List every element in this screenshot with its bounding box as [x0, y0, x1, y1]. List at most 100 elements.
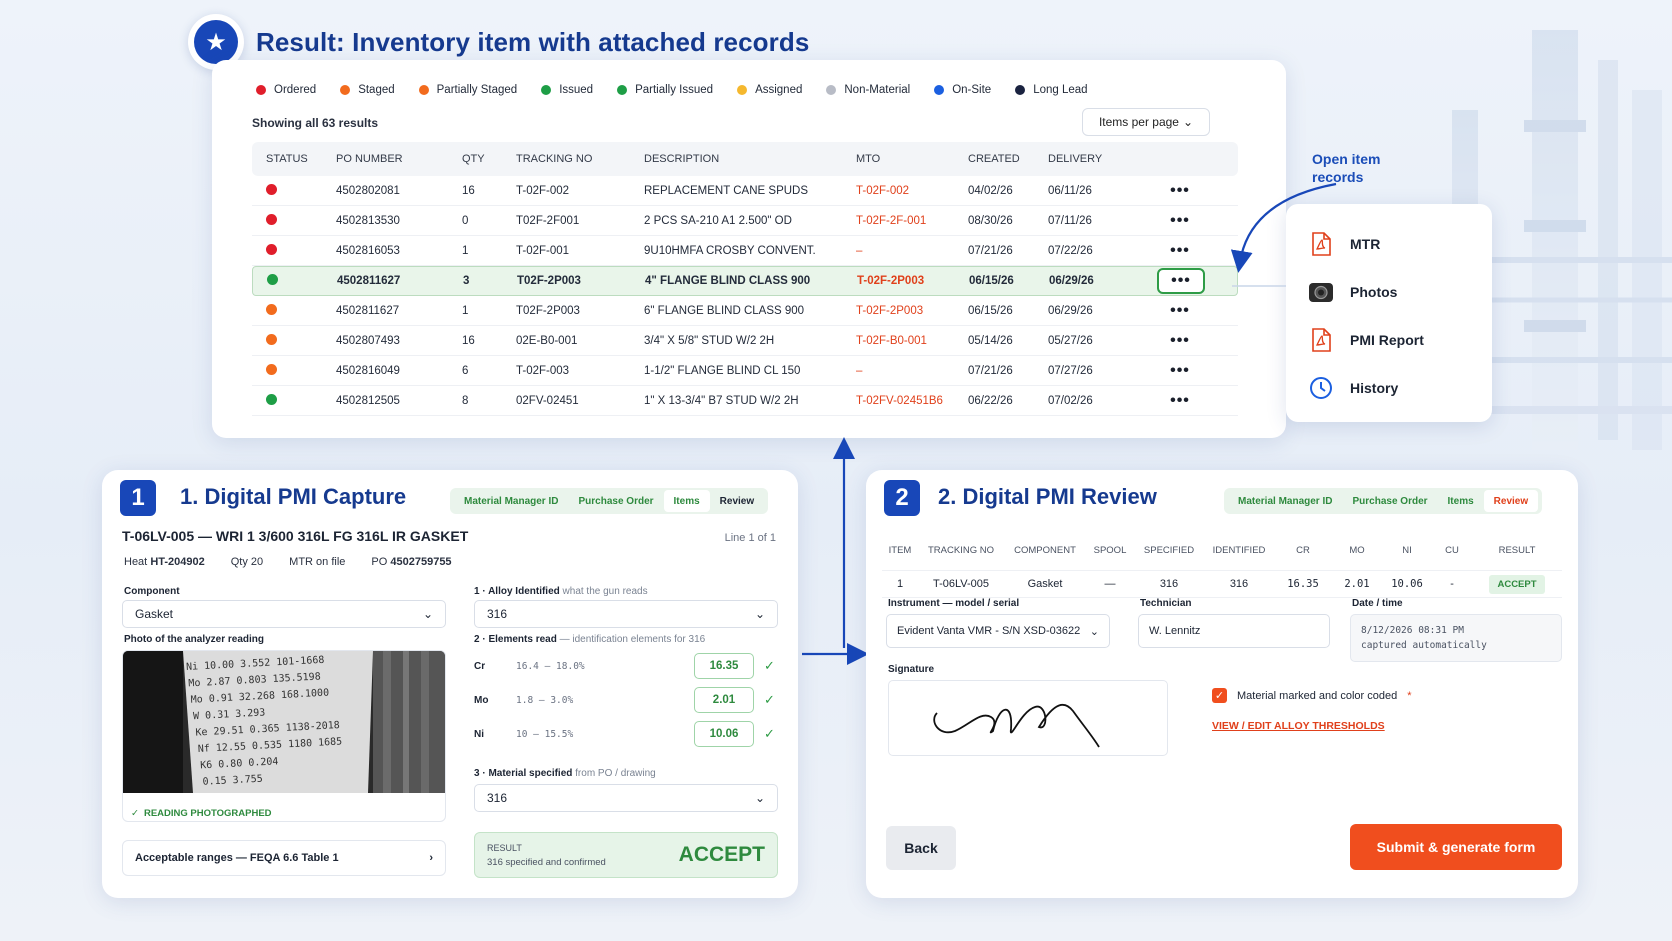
alloy-thresholds-link[interactable]: VIEW / EDIT ALLOY THRESHOLDS — [1212, 720, 1385, 732]
cell-tracking-no: T-02F-002 — [516, 184, 570, 197]
technician-field[interactable]: W. Lennitz — [1138, 614, 1330, 648]
pmi-review-panel: 2 2. Digital PMI Review Material Manager… — [866, 470, 1578, 898]
line-counter: Line 1 of 1 — [724, 532, 776, 544]
step-badge-2: 2 — [884, 480, 920, 516]
element-value-input[interactable]: 10.06 — [694, 721, 754, 747]
date-label: Date / time — [1352, 598, 1403, 609]
po-label: PO — [371, 556, 388, 568]
chevron-down-icon: ⌄ — [754, 607, 765, 621]
table-row[interactable]: 4502816053 1 T-02F-001 9U10HMFA CROSBY CONV… — [252, 236, 1238, 266]
menu-item-mtr[interactable]: MTR — [1308, 220, 1470, 268]
more-options-icon[interactable]: ••• — [1156, 298, 1204, 324]
col-status[interactable]: STATUS — [252, 153, 330, 165]
menu-item-label: MTR — [1350, 236, 1381, 252]
col-delivery[interactable]: DELIVERY — [1044, 153, 1152, 165]
capture-tabs: Material Manager ID Purchase Order Items… — [450, 488, 769, 514]
cell-po-number: 4502816053 — [336, 244, 400, 257]
submit-button[interactable]: Submit & generate form — [1350, 824, 1562, 870]
review-cell: 316 — [1159, 578, 1179, 590]
more-options-icon[interactable]: ••• — [1156, 208, 1204, 234]
step-badge-1: 1 — [120, 480, 156, 516]
table-row[interactable]: 4502802081 16 T-02F-002 REPLACEMENT CANE SP… — [252, 176, 1238, 206]
col-mto[interactable]: MTO — [852, 153, 964, 165]
results-count: Showing all 63 results — [252, 116, 379, 130]
alloy-select[interactable]: 316 ⌄ — [474, 600, 778, 628]
acceptable-ranges-link[interactable]: Acceptable ranges — FEQA 6.6 Table 1 › — [122, 840, 446, 876]
legend-item: Issued — [541, 84, 593, 96]
status-dot-icon — [737, 85, 748, 95]
pdf-icon — [1308, 327, 1334, 353]
color-coded-checkbox-row[interactable]: ✓ Material marked and color coded * — [1212, 688, 1411, 703]
menu-item-history[interactable]: History — [1308, 364, 1470, 412]
cell-description: 3/4" X 5/8" STUD W/2 2H — [644, 334, 775, 347]
photo-caption: ✓ READING PHOTOGRAPHED — [123, 798, 445, 821]
back-button[interactable]: Back — [886, 826, 956, 870]
cell-created: 08/30/26 — [968, 214, 1013, 227]
col-created[interactable]: CREATED — [964, 153, 1044, 165]
tab-items[interactable]: Items — [663, 490, 710, 512]
col-tracking-no[interactable]: TRACKING NO — [510, 153, 640, 165]
review-col-result: RESULT — [1498, 544, 1536, 556]
analyzer-photo-card[interactable]: Ni 10.00 3.552 101-1668 Mo 2.87 0.803 135… — [122, 650, 446, 822]
table-row[interactable]: 4502816049 6 T-02F-003 1-1/2" FLANGE BLIND … — [252, 356, 1238, 386]
table-row[interactable]: 4502813530 0 T02F-2F001 2 PCS SA-210 A1 2.5… — [252, 206, 1238, 236]
qty-value: Qty 20 — [230, 556, 264, 568]
legend-label: Staged — [358, 84, 395, 96]
cell-tracking-no: T02F-2F001 — [516, 214, 580, 227]
tab-review[interactable]: Review — [1483, 490, 1539, 512]
legend-item: Long Lead — [1015, 84, 1088, 96]
result-box: RESULT 316 specified and confirmed ACCEP… — [474, 832, 778, 878]
review-cell: 16.35 — [1287, 578, 1319, 590]
col-description[interactable]: DESCRIPTION — [640, 153, 852, 165]
element-value-input[interactable]: 16.35 — [694, 653, 754, 679]
tab-purchase-order[interactable]: Purchase Order — [568, 490, 663, 512]
checkbox-checked[interactable]: ✓ — [1212, 688, 1227, 703]
component-select[interactable]: Gasket ⌄ — [122, 600, 446, 628]
items-per-page-label: Items per page — [1098, 115, 1179, 129]
review-col-cu: CU — [1445, 544, 1459, 556]
element-range: 16.4 – 18.0% — [516, 660, 585, 672]
tab-material-manager-id[interactable]: Material Manager ID — [1228, 490, 1342, 512]
check-icon: ✓ — [131, 807, 139, 819]
tab-material-manager-id[interactable]: Material Manager ID — [454, 490, 568, 512]
cell-po-number: 4502813530 — [336, 214, 400, 227]
instrument-select[interactable]: Evident Vanta VMR - S/N XSD-03622 ⌄ — [886, 614, 1110, 648]
element-row-ni: Ni 10 – 15.5% 10.06 ✓ — [474, 720, 776, 748]
more-options-icon[interactable]: ••• — [1157, 268, 1205, 294]
review-cell: - — [1448, 578, 1456, 590]
more-options-icon[interactable]: ••• — [1156, 238, 1204, 264]
menu-item-label: History — [1350, 380, 1399, 396]
table-row[interactable]: 4502812505 8 02FV-02451 1" X 13-3/4" B7 STU… — [252, 386, 1238, 416]
specified-select[interactable]: 316 ⌄ — [474, 784, 778, 812]
table-row[interactable]: 4502807493 16 02E-B0-001 3/4" X 5/8" STUD W… — [252, 326, 1238, 356]
pdf-icon — [1308, 231, 1334, 257]
items-per-page-select[interactable]: Items per page ⌄ — [1082, 108, 1210, 136]
more-options-icon[interactable]: ••• — [1156, 388, 1204, 414]
table-body: 4502802081 16 T-02F-002 REPLACEMENT CANE SP… — [252, 176, 1238, 416]
col-po-number[interactable]: PO NUMBER — [330, 153, 454, 165]
review-col-component: COMPONENT — [1014, 544, 1076, 556]
menu-item-photos[interactable]: Photos — [1308, 268, 1470, 316]
element-symbol: Cr — [474, 660, 486, 672]
cell-qty: 8 — [462, 394, 469, 407]
tab-items[interactable]: Items — [1438, 490, 1484, 512]
signature-drawing — [933, 703, 1100, 748]
more-options-icon[interactable]: ••• — [1156, 328, 1204, 354]
cell-po-number: 4502811627 — [337, 275, 401, 287]
signature-pad[interactable] — [888, 680, 1168, 756]
tab-purchase-order[interactable]: Purchase Order — [1342, 490, 1437, 512]
table-row[interactable]: 4502811627 3 T02F-2P003 4" FLANGE BLIND CLA… — [252, 266, 1238, 296]
col-qty[interactable]: QTY — [454, 153, 510, 165]
tab-review[interactable]: Review — [710, 490, 764, 512]
po-value: 4502759755 — [390, 556, 452, 568]
result-label: RESULT — [487, 843, 522, 853]
menu-item-pmi-report[interactable]: PMI Report — [1308, 316, 1470, 364]
legend-label: Partially Staged — [436, 84, 518, 96]
element-value-input[interactable]: 2.01 — [694, 687, 754, 713]
more-options-icon[interactable]: ••• — [1156, 178, 1204, 204]
check-icon: ✓ — [764, 726, 775, 741]
cell-po-number: 4502816049 — [336, 364, 400, 377]
alloy-label: 1 · Alloy Identified what the gun reads — [474, 586, 648, 597]
more-options-icon[interactable]: ••• — [1156, 358, 1204, 384]
table-row[interactable]: 4502811627 1 T02F-2P003 6" FLANGE BLIND CLA… — [252, 296, 1238, 326]
